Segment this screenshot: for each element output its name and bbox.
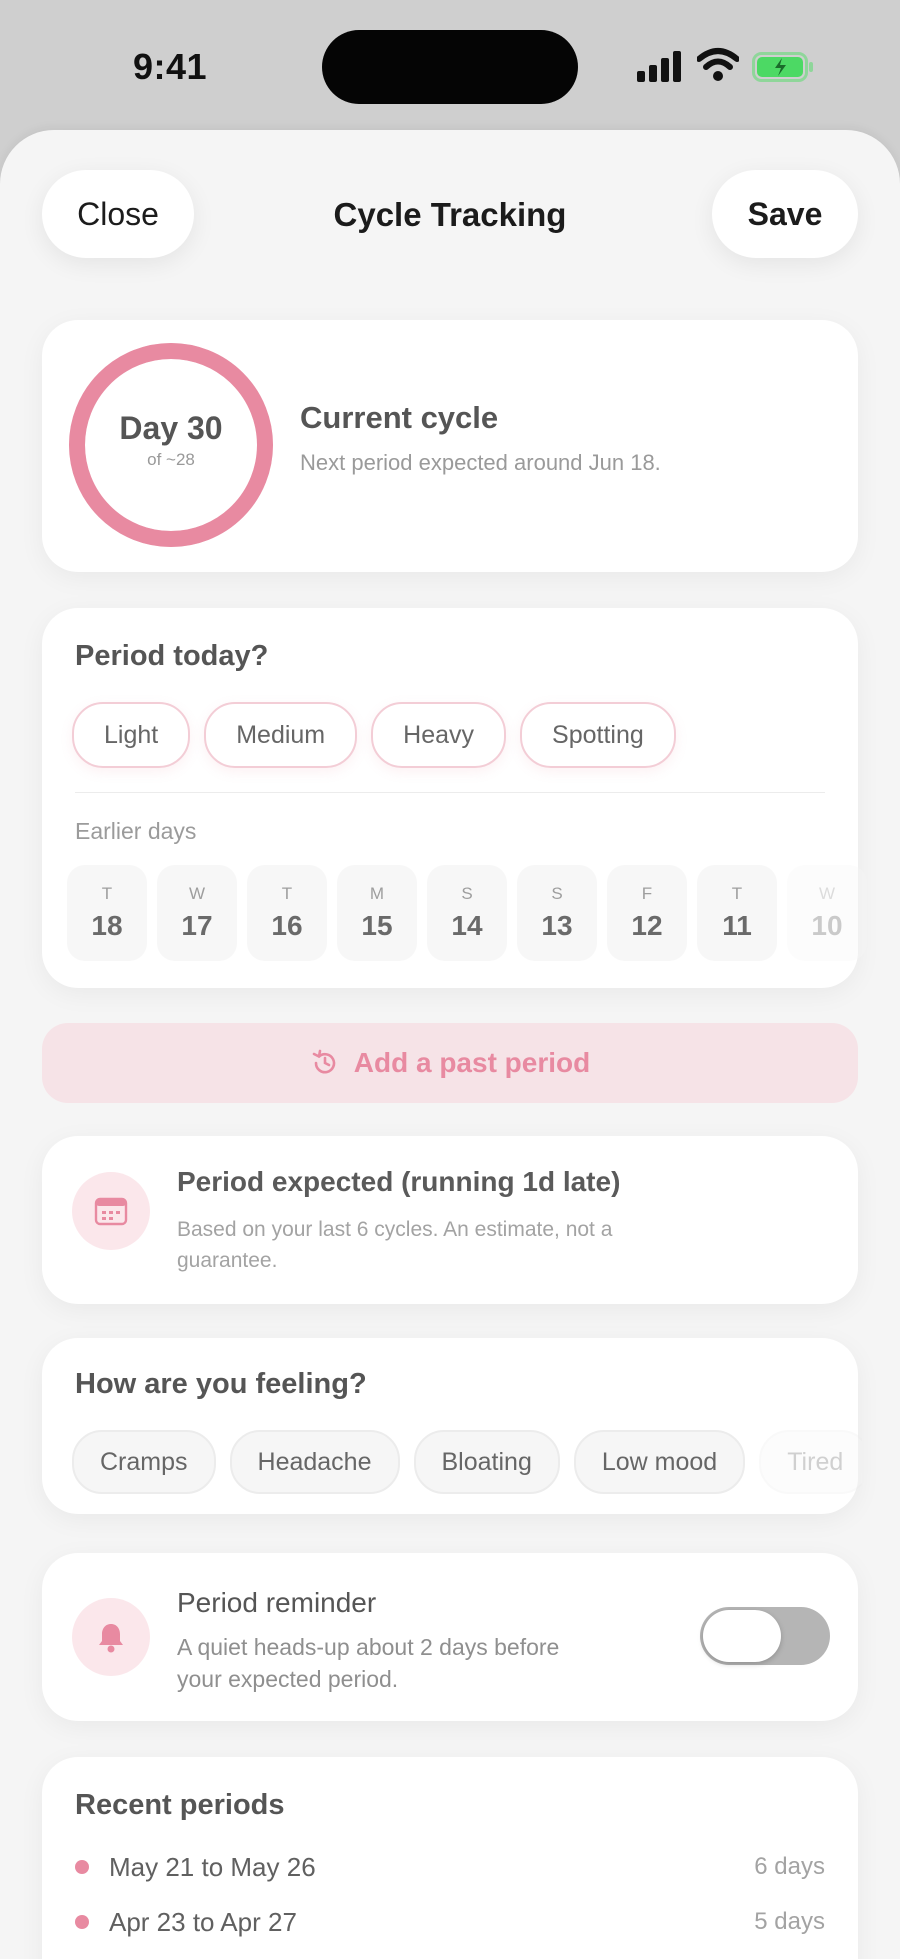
history-icon: [312, 1049, 336, 1074]
day-tile[interactable]: S 14: [427, 865, 507, 961]
battery-icon: [752, 52, 813, 82]
add-past-period-button[interactable]: Add a past period: [42, 1023, 858, 1103]
flow-option-heavy[interactable]: Heavy: [371, 702, 507, 768]
recent-periods-card: Recent periods May 21 to May 26 6 days A…: [42, 1757, 858, 1959]
status-bar: 9:41: [0, 0, 900, 130]
period-dot: [75, 1860, 89, 1874]
earlier-days-label: Earlier days: [75, 818, 197, 844]
cycle-tracking-sheet: Close Cycle Tracking Save Day 30 of ~28 …: [0, 130, 900, 1959]
add-past-period-label: Add a past period: [353, 1047, 591, 1078]
period-range: Apr 23 to Apr 27: [109, 1906, 297, 1937]
earlier-days-scroller[interactable]: T 18 W 17 T 16 M 15 S 14 S 13 F 12 T 11 W 10: [67, 865, 867, 961]
period-length: 5 days: [754, 1908, 825, 1935]
signal-icon: [637, 50, 681, 82]
period-reminder-card: Period reminder A quiet heads-up about 2…: [42, 1553, 858, 1721]
period-today-heading: Period today?: [75, 640, 269, 672]
period-expected-title: Period expected (running 1d late): [177, 1166, 621, 1197]
symptom-chip-cramps[interactable]: Cramps: [72, 1430, 216, 1494]
period-dot: [75, 1915, 89, 1929]
symptom-chip-bloating[interactable]: Bloating: [413, 1430, 560, 1494]
period-today-card: Period today? Light Medium Heavy Spottin…: [42, 608, 867, 988]
day-tile[interactable]: T 16: [247, 865, 327, 961]
recent-periods-heading: Recent periods: [75, 1789, 285, 1821]
period-length: 6 days: [754, 1853, 825, 1880]
divider: [75, 792, 825, 793]
day-tile[interactable]: W 10: [787, 865, 867, 961]
flow-option-medium[interactable]: Medium: [204, 702, 358, 768]
current-cycle-title: Current cycle: [300, 400, 499, 435]
flow-option-spotting[interactable]: Spotting: [520, 702, 676, 768]
day-tile[interactable]: F 12: [607, 865, 687, 961]
calendar-icon: [72, 1172, 150, 1250]
cycle-day: Day 30: [119, 410, 223, 446]
day-tile[interactable]: T 11: [697, 865, 777, 961]
symptom-chip-low-mood[interactable]: Low mood: [573, 1430, 746, 1494]
day-tile[interactable]: M 15: [337, 865, 417, 961]
symptom-chips[interactable]: Cramps Headache Bloating Low mood Tired: [72, 1430, 862, 1494]
status-time: 9:41: [133, 46, 208, 87]
flow-options: Light Medium Heavy Spotting: [72, 702, 676, 768]
day-tile[interactable]: W 17: [157, 865, 237, 961]
save-button[interactable]: Save: [712, 170, 858, 258]
next-period-text: Next period expected around Jun 18.: [300, 450, 661, 475]
list-item[interactable]: May 21 to May 26 6 days: [75, 1847, 825, 1887]
list-item[interactable]: Apr 23 to Apr 27 5 days: [75, 1902, 825, 1942]
period-range: May 21 to May 26: [109, 1851, 316, 1882]
wifi-icon: [697, 48, 739, 81]
symptom-chip-tired[interactable]: Tired: [759, 1430, 862, 1494]
day-tile[interactable]: S 13: [517, 865, 597, 961]
period-expected-card: Period expected (running 1d late) Based …: [42, 1136, 858, 1304]
flow-option-light[interactable]: Light: [72, 702, 191, 768]
reminder-toggle[interactable]: [700, 1607, 830, 1665]
period-reminder-subtitle: A quiet heads-up about 2 days before you…: [177, 1634, 560, 1692]
current-cycle-card: Day 30 of ~28 Current cycle Next period …: [42, 320, 858, 572]
bell-icon: [72, 1598, 150, 1676]
period-reminder-title: Period reminder: [177, 1587, 377, 1618]
feeling-card: How are you feeling? Cramps Headache Blo…: [42, 1338, 862, 1514]
symptom-chip-headache[interactable]: Headache: [229, 1430, 400, 1494]
dynamic-island: [322, 30, 578, 104]
feeling-heading: How are you feeling?: [75, 1368, 367, 1400]
toggle-knob: [703, 1610, 781, 1662]
cycle-length: of ~28: [147, 450, 195, 469]
period-expected-subtitle: Based on your last 6 cycles. An estimate…: [177, 1218, 613, 1272]
day-tile[interactable]: T 18: [67, 865, 147, 961]
